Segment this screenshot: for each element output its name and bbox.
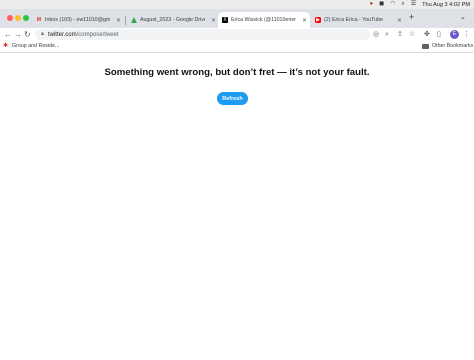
bookmark-label: Group and Reside... bbox=[12, 43, 60, 49]
side-panel-icon[interactable]: ▯ bbox=[437, 30, 441, 39]
share-icon[interactable]: ⇧ bbox=[397, 30, 403, 39]
tab-google-drive[interactable]: August_2023 - Google Drive ✕ bbox=[127, 12, 219, 28]
app-icon[interactable]: ◼ bbox=[379, 0, 384, 9]
tab-close-icon[interactable]: ✕ bbox=[113, 17, 124, 24]
google-drive-icon bbox=[131, 17, 137, 23]
tab-close-icon[interactable]: ✕ bbox=[299, 17, 310, 24]
wifi-icon[interactable]: ◠ bbox=[390, 0, 395, 9]
bookmarks-bar: ✱ Group and Reside... Other Bookmarks bbox=[0, 41, 474, 53]
bookmark-item[interactable]: ✱ Group and Reside... bbox=[3, 43, 59, 49]
bookmark-favicon-icon: ✱ bbox=[3, 43, 9, 49]
back-arrow-icon[interactable]: ← bbox=[4, 30, 12, 39]
bookmark-star-icon[interactable]: ☆ bbox=[409, 30, 415, 39]
url-host: twitter.com bbox=[47, 31, 77, 38]
other-bookmarks-label: Other Bookmarks bbox=[432, 43, 474, 49]
tab-title: Erica Wissick (@11010erien) / bbox=[231, 17, 296, 23]
window-minimize-button[interactable] bbox=[15, 15, 21, 21]
url-path: /compose/tweet bbox=[76, 31, 119, 38]
refresh-button[interactable]: Refresh bbox=[217, 92, 248, 105]
macos-menu-bar: ● ◼ ◠ ⌕ ☰ Thu Aug 3 4:02 PM bbox=[0, 0, 474, 9]
extensions-puzzle-icon[interactable]: ✤ bbox=[424, 30, 430, 39]
tab-strip: M Inbox (103) - ew11010@gmail... ✕ Augus… bbox=[0, 9, 474, 28]
tab-search-chevron-icon[interactable]: ⌄ bbox=[460, 13, 466, 21]
page-content: Something went wrong, but don’t fret — i… bbox=[0, 53, 474, 360]
control-center-icon[interactable]: ☰ bbox=[411, 0, 416, 9]
menu-bar-clock[interactable]: Thu Aug 3 4:02 PM bbox=[422, 2, 470, 8]
tab-title: August_2023 - Google Drive bbox=[140, 17, 205, 23]
youtube-icon: ▶ bbox=[315, 17, 321, 23]
tab-close-icon[interactable]: ✕ bbox=[394, 17, 405, 24]
zoom-icon[interactable]: ⌕ bbox=[385, 30, 389, 39]
tab-title: Inbox (103) - ew11010@gmail... bbox=[45, 17, 110, 23]
error-message: Something went wrong, but don’t fret — i… bbox=[104, 67, 370, 78]
status-icon[interactable]: ● bbox=[369, 0, 373, 9]
tab-twitter[interactable]: X Erica Wissick (@11010erien) / ✕ bbox=[218, 12, 310, 28]
lock-icon[interactable]: 🔒︎ bbox=[41, 31, 44, 38]
more-menu-icon[interactable]: ⋮ bbox=[463, 30, 470, 38]
profile-avatar[interactable]: E bbox=[450, 30, 459, 39]
tab-gmail[interactable]: M Inbox (103) - ew11010@gmail... ✕ bbox=[32, 12, 124, 28]
tab-separator bbox=[125, 16, 126, 25]
folder-icon bbox=[422, 43, 429, 49]
search-icon[interactable]: ⌕ bbox=[401, 0, 404, 9]
tab-title: (2) Erica Erica - YouTube bbox=[324, 17, 383, 23]
forward-arrow-icon[interactable]: → bbox=[14, 30, 22, 39]
tab-youtube[interactable]: ▶ (2) Erica Erica - YouTube ✕ bbox=[311, 12, 405, 28]
reload-icon[interactable]: ↻ bbox=[24, 30, 31, 39]
new-tab-button[interactable]: + bbox=[409, 13, 414, 22]
x-icon: X bbox=[222, 17, 228, 23]
window-close-button[interactable] bbox=[7, 15, 13, 21]
browser-toolbar: ← → ↻ 🔒︎ twitter.com/compose/tweet ◎ ⌕ ⇧… bbox=[0, 28, 474, 41]
address-bar[interactable]: 🔒︎ twitter.com/compose/tweet bbox=[35, 29, 370, 40]
google-lens-icon[interactable]: ◎ bbox=[373, 30, 379, 39]
window-maximize-button[interactable] bbox=[23, 15, 29, 21]
other-bookmarks[interactable]: Other Bookmarks bbox=[422, 43, 473, 49]
gmail-icon: M bbox=[36, 17, 42, 23]
